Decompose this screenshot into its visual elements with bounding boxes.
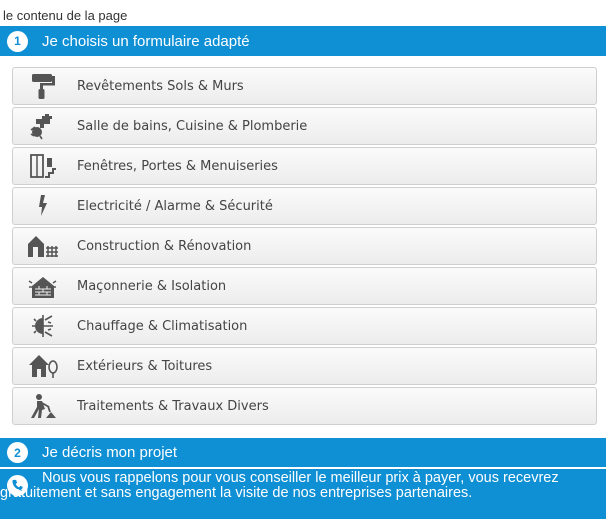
- category-label: Maçonnerie & Isolation: [77, 278, 227, 294]
- faucet-icon: [26, 111, 60, 141]
- category-label: Revêtements Sols & Murs: [77, 78, 244, 94]
- category-label: Traitements & Travaux Divers: [77, 398, 269, 414]
- sun-snowflake-icon: [26, 311, 60, 341]
- category-salle-de-bains[interactable]: Salle de bains, Cuisine & Plomberie: [12, 107, 597, 145]
- callback-info-bar: Nous vous rappelons pour vous conseiller…: [0, 469, 606, 519]
- category-label: Salle de bains, Cuisine & Plomberie: [77, 118, 308, 134]
- category-exterieurs[interactable]: Extérieurs & Toitures: [12, 347, 597, 385]
- paint-roller-icon: [26, 71, 60, 101]
- house-tree-icon: [26, 351, 60, 381]
- category-maconnerie[interactable]: Maçonnerie & Isolation: [12, 267, 597, 305]
- house-construction-icon: [26, 231, 60, 261]
- category-menu: Revêtements Sols & Murs Salle de bains, …: [12, 67, 597, 427]
- callback-info-text: Nous vous rappelons pour vous conseiller…: [0, 470, 559, 501]
- step-2-number: 2: [7, 442, 28, 463]
- category-electricite[interactable]: Electricité / Alarme & Sécurité: [12, 187, 597, 225]
- page-note: le contenu de la page: [3, 8, 128, 23]
- category-label: Electricité / Alarme & Sécurité: [77, 198, 273, 214]
- step-2-header: 2 Je décris mon projet: [0, 438, 606, 467]
- category-fenetres[interactable]: Fenêtres, Portes & Menuiseries: [12, 147, 597, 185]
- category-chauffage[interactable]: Chauffage & Climatisation: [12, 307, 597, 345]
- category-revetements[interactable]: Revêtements Sols & Murs: [12, 67, 597, 105]
- step-1-header: 1 Je choisis un formulaire adapté: [0, 26, 606, 56]
- door-window-icon: [26, 151, 60, 181]
- category-label: Chauffage & Climatisation: [77, 318, 248, 334]
- step-1-title: Je choisis un formulaire adapté: [42, 32, 250, 50]
- category-label: Fenêtres, Portes & Menuiseries: [77, 158, 278, 174]
- brick-wall-icon: [26, 271, 60, 301]
- step-1-number: 1: [7, 30, 28, 52]
- lightning-icon: [26, 191, 60, 221]
- category-construction[interactable]: Construction & Rénovation: [12, 227, 597, 265]
- category-traitements[interactable]: Traitements & Travaux Divers: [12, 387, 597, 425]
- worker-digging-icon: [26, 391, 60, 421]
- step-2-title: Je décris mon projet: [42, 444, 178, 461]
- category-label: Extérieurs & Toitures: [77, 358, 213, 374]
- category-label: Construction & Rénovation: [77, 238, 252, 254]
